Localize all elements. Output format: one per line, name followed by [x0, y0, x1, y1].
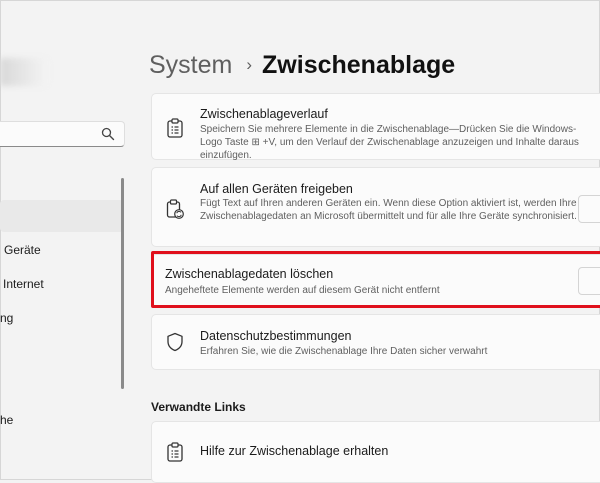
card-description: Fügt Text auf Ihren anderen Geräten ein.… [200, 198, 577, 222]
chevron-right-icon: › [246, 55, 253, 74]
page-title: Zwischenablage [262, 51, 456, 79]
blurred-user-name [0, 58, 48, 86]
card-share-across-devices[interactable]: Auf allen Geräten freigeben Fügt Text au… [151, 167, 600, 247]
sidebar-item-network[interactable]: Internet [3, 277, 44, 291]
clipboard-icon [167, 118, 183, 138]
settings-search-box[interactable] [0, 121, 125, 147]
card-privacy-statement[interactable]: Datenschutzbestimmungen Erfahren Sie, wi… [151, 314, 600, 370]
clipboard-sync-icon [166, 199, 184, 219]
sidebar-scrollbar[interactable] [121, 178, 124, 389]
sidebar-item-partial[interactable]: ng [0, 311, 13, 325]
card-title: Auf allen Geräten freigeben [200, 182, 353, 196]
card-clipboard-history[interactable]: Zwischenablageverlauf Speichern Sie mehr… [151, 93, 600, 161]
card-description: Speichern Sie mehrere Elemente in die Zw… [200, 124, 579, 161]
sidebar-item-partial-2[interactable]: he [0, 413, 13, 427]
card-description: Erfahren Sie, wie die Zwischenablage Ihr… [200, 346, 488, 357]
search-icon[interactable] [101, 127, 115, 141]
breadcrumb-system-link[interactable]: System [149, 51, 232, 79]
shield-icon [167, 332, 183, 352]
related-links-heading: Verwandte Links [151, 400, 246, 414]
card-title: Zwischenablageverlauf [200, 107, 328, 121]
breadcrumb: System › Zwischenablage [149, 50, 455, 83]
clipboard-icon [167, 442, 183, 462]
help-link-title[interactable]: Hilfe zur Zwischenablage erhalten [200, 444, 388, 458]
card-help-link[interactable]: Hilfe zur Zwischenablage erhalten [151, 421, 600, 483]
sidebar-item-devices[interactable]: Geräte [4, 243, 41, 257]
card-title: Datenschutzbestimmungen [200, 329, 352, 343]
sidebar-item-system-selected[interactable] [0, 200, 124, 232]
share-toggle-control[interactable] [578, 195, 600, 223]
red-highlight-box [151, 251, 600, 308]
